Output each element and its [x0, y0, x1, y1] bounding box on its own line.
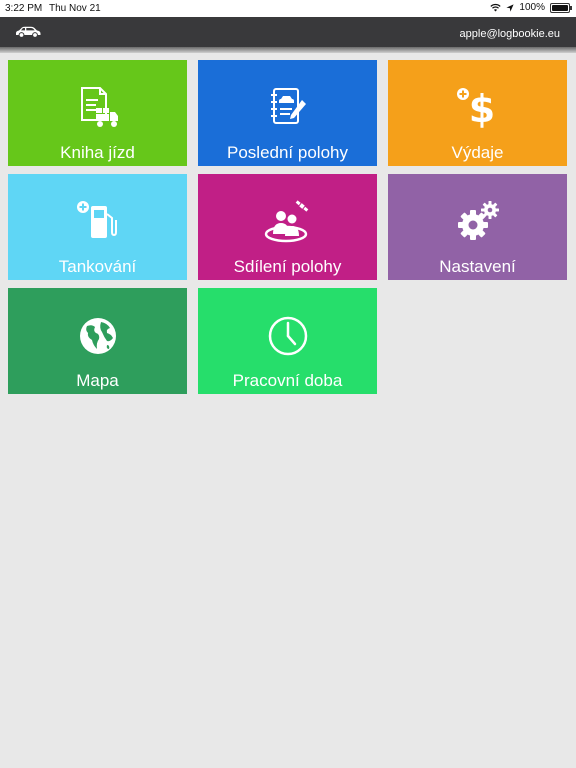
- svg-text:$: $: [468, 87, 494, 131]
- tile-kniha-jizd[interactable]: Kniha jízd: [8, 60, 187, 166]
- status-date: Thu Nov 21: [49, 3, 101, 14]
- tile-label: Výdaje: [451, 143, 504, 162]
- tile-label: Tankování: [58, 257, 137, 276]
- notebook-car-icon: [270, 88, 306, 124]
- battery-percent: 100%: [519, 2, 545, 13]
- fuel-pump-plus-icon: [76, 201, 117, 238]
- tile-label: Kniha jízd: [60, 143, 135, 162]
- users-satellite-icon: [264, 200, 308, 243]
- tile-mapa[interactable]: Mapa: [8, 288, 187, 394]
- tile-label: Poslední polohy: [227, 143, 348, 162]
- tile-pracovni-doba[interactable]: Pracovní doba: [198, 288, 377, 394]
- account-email[interactable]: apple@logbookie.eu: [460, 28, 560, 40]
- tile-vydaje[interactable]: $ Výdaje: [388, 60, 567, 166]
- car-icon[interactable]: [14, 26, 42, 38]
- gears-icon: [457, 201, 499, 240]
- location-arrow-icon: [506, 3, 515, 12]
- status-time: 3:22 PM: [5, 3, 43, 14]
- globe-icon: [79, 318, 116, 354]
- logbook-truck-icon: [80, 87, 118, 127]
- status-right: 100%: [490, 2, 572, 13]
- clock-icon: [268, 316, 307, 356]
- tile-nastaveni[interactable]: Nastavení: [388, 174, 567, 280]
- dollar-plus-icon: $: [456, 87, 495, 131]
- wifi-icon: [490, 3, 502, 12]
- tile-posledni-polohy[interactable]: Poslední polohy: [198, 60, 377, 166]
- battery-icon: [550, 2, 572, 13]
- tile-label: Sdílení polohy: [233, 257, 342, 276]
- app-header: apple@logbookie.eu: [0, 17, 576, 47]
- tile-label: Pracovní doba: [232, 371, 343, 390]
- tile-label: Nastavení: [439, 257, 516, 276]
- header-shadow: [0, 47, 576, 53]
- tile-label: Mapa: [76, 371, 119, 390]
- tile-sdileni-polohy[interactable]: Sdílení polohy: [198, 174, 377, 280]
- tile-tankovani[interactable]: Tankování: [8, 174, 187, 280]
- status-bar: 3:22 PM Thu Nov 21 100%: [0, 0, 576, 17]
